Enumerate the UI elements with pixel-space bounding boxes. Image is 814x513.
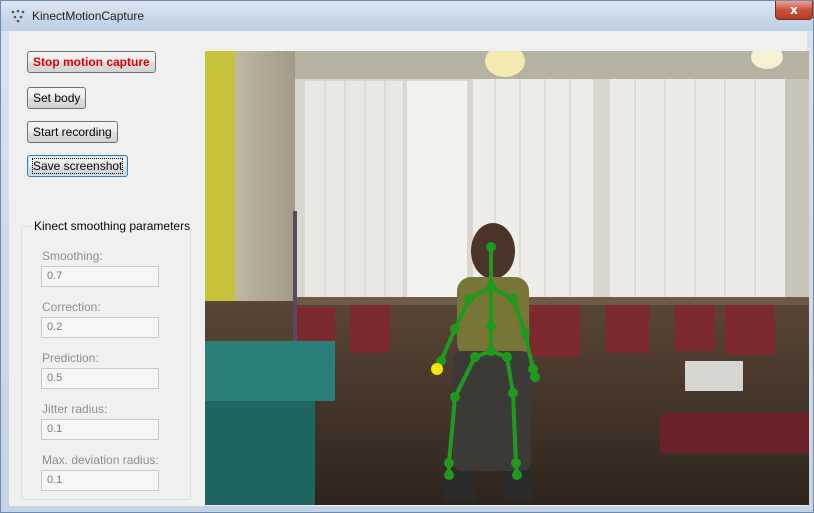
chairs-and-tables (295, 303, 775, 357)
jitter-radius-label: Jitter radius: (42, 402, 108, 416)
smoothing-label: Smoothing: (42, 249, 103, 263)
window-title: KinectMotionCapture (32, 9, 145, 23)
jitter-radius-field[interactable]: 0.1 (41, 419, 159, 440)
max-deviation-radius-label: Max. deviation radius: (42, 453, 159, 467)
save-screenshot-button[interactable]: Save screenshot (27, 155, 129, 177)
save-screenshot-label: Save screenshot (31, 158, 124, 174)
start-recording-button[interactable]: Start recording (27, 121, 118, 143)
camera-feed (205, 51, 809, 505)
correction-label: Correction: (42, 300, 101, 314)
max-deviation-radius-field[interactable]: 0.1 (41, 470, 159, 491)
app-window: KinectMotionCapture x Stop motion captur… (0, 0, 814, 513)
close-icon: x (790, 3, 798, 17)
stop-motion-capture-button[interactable]: Stop motion capture (27, 51, 156, 73)
client-area: Stop motion capture Set body Start recor… (9, 31, 809, 506)
kinect-dots-icon (11, 9, 25, 23)
prediction-field[interactable]: 0.5 (41, 368, 159, 389)
smoothing-group-title: Kinect smoothing parameters (31, 219, 194, 233)
highlighted-hand-joint (431, 363, 443, 375)
set-body-button[interactable]: Set body (27, 87, 87, 109)
close-button[interactable]: x (775, 1, 813, 20)
correction-field[interactable]: 0.2 (41, 317, 159, 338)
smoothing-field[interactable]: 0.7 (41, 266, 159, 287)
camera-viewport (205, 51, 809, 505)
title-bar[interactable]: KinectMotionCapture x (1, 1, 813, 31)
window-blinds (305, 79, 809, 301)
prediction-label: Prediction: (42, 351, 99, 365)
